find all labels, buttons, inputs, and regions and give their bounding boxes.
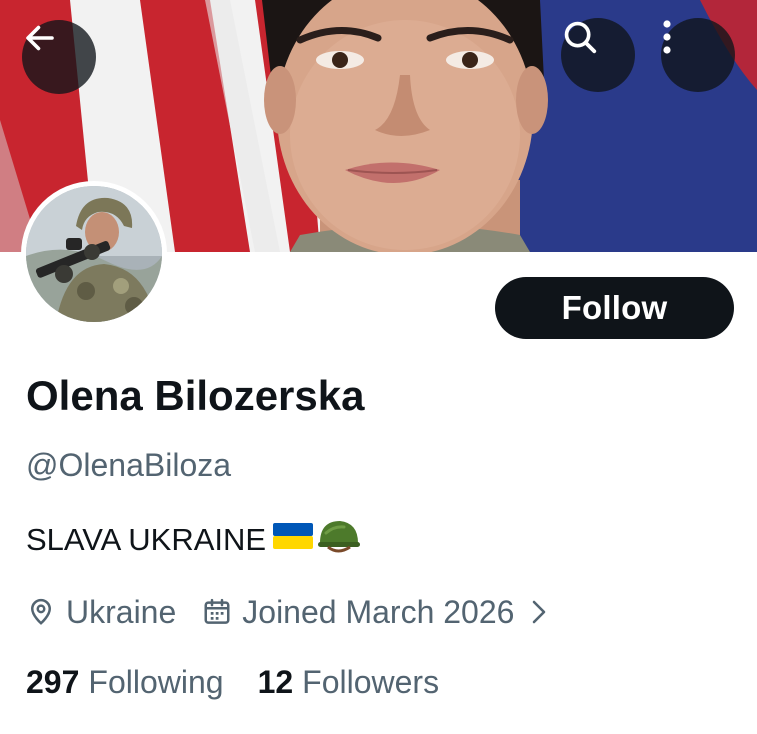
more-options-button[interactable] (661, 18, 735, 92)
back-button[interactable] (22, 20, 96, 94)
search-button[interactable] (561, 18, 635, 92)
profile-stats: 297 Following 12 Followers (26, 664, 439, 701)
avatar[interactable] (21, 181, 167, 327)
profile-joined-date: Joined March 2026 (242, 593, 515, 630)
more-vertical-icon (663, 20, 671, 54)
profile-name: Olena Bilozerska (26, 372, 365, 419)
following-count: 297 (26, 664, 80, 700)
followers-label: Followers (302, 664, 440, 700)
profile-meta: Ukraine Joined March 2026 (26, 590, 548, 634)
followers-count: 12 (257, 664, 294, 700)
profile-handle: @OlenaBiloza (26, 447, 232, 483)
follow-button[interactable]: Follow (495, 277, 734, 339)
profile-bio: SLAVA UKRAINE (26, 517, 361, 563)
military-helmet-icon (316, 517, 361, 563)
bio-text: SLAVA UKRAINE (26, 522, 267, 557)
profile-location: Ukraine (66, 593, 177, 630)
following-link[interactable]: 297 Following (26, 664, 224, 701)
avatar-image (26, 186, 162, 322)
search-icon (564, 21, 597, 54)
calendar-icon (202, 597, 232, 627)
followers-link[interactable]: 12 Followers (258, 664, 440, 701)
ukraine-flag-icon (272, 521, 314, 559)
location-pin-icon (26, 596, 56, 628)
chevron-right-icon[interactable] (530, 599, 548, 625)
following-label: Following (88, 664, 224, 700)
arrow-left-icon (26, 25, 54, 51)
